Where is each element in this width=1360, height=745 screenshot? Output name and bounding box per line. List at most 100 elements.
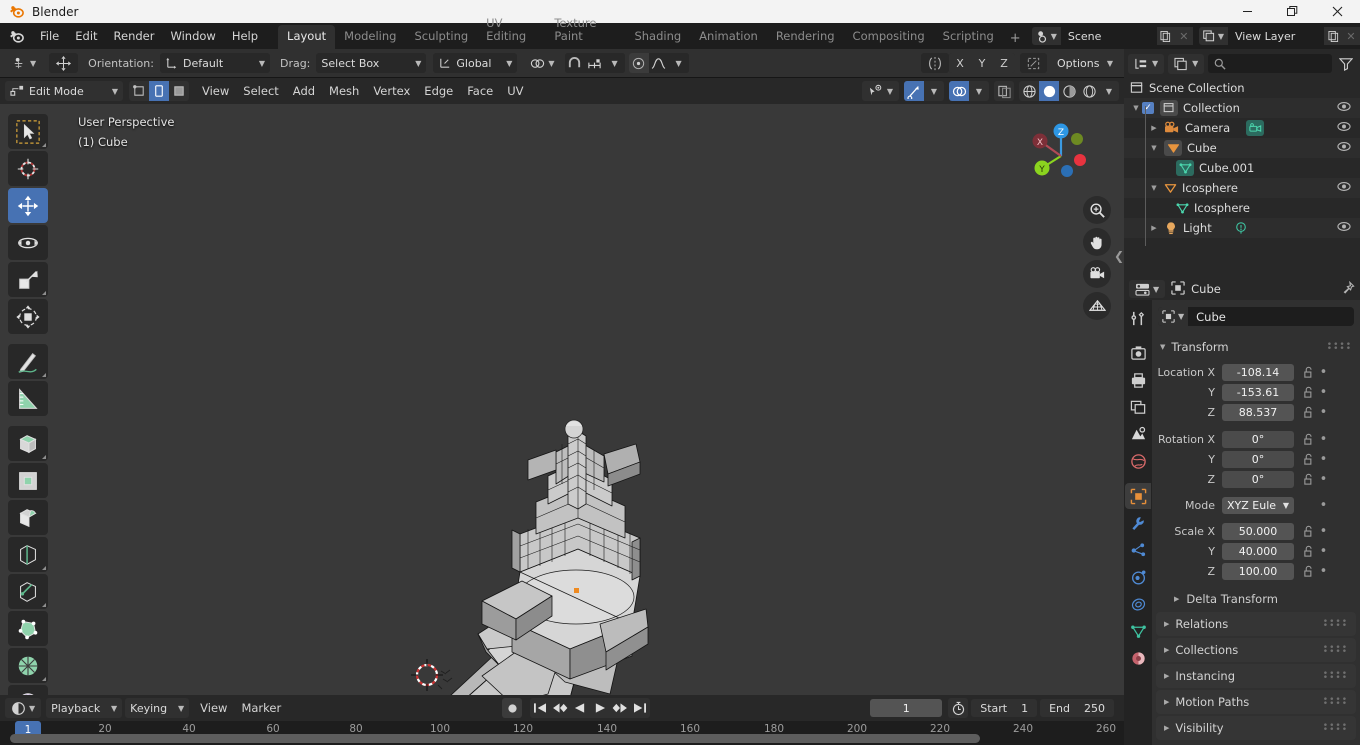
play-reverse-button[interactable]: [570, 698, 591, 718]
timeline-editor-type-icon[interactable]: ▼: [5, 698, 42, 718]
view-layer-tab[interactable]: [1125, 394, 1151, 420]
viewport-menu-uv[interactable]: UV: [500, 81, 530, 101]
menu-file[interactable]: File: [32, 26, 67, 46]
view-layer-selector[interactable]: ▼ View Layer ✕: [1198, 27, 1360, 45]
use-preview-range-icon[interactable]: [948, 698, 969, 718]
rotation-x-value[interactable]: 0°: [1222, 431, 1294, 448]
workspace-tab-rendering[interactable]: Rendering: [767, 25, 844, 49]
unlink-scene-button[interactable]: ✕: [1174, 27, 1193, 45]
transform-space-dropdown[interactable]: Global ▼: [433, 53, 518, 73]
location-x-value[interactable]: -108.14: [1222, 364, 1294, 381]
rotation-x-animate-icon[interactable]: •: [1317, 433, 1330, 446]
delta-transform-subpanel[interactable]: ▶ Delta Transform: [1152, 588, 1360, 610]
menu-help[interactable]: Help: [224, 26, 266, 46]
orientation-dropdown[interactable]: Default ▼: [159, 53, 270, 73]
falloff-chevron-icon[interactable]: ▼: [668, 53, 689, 73]
snap-target-dropdown[interactable]: ▼: [524, 53, 561, 73]
grid-icon[interactable]: [1083, 292, 1111, 320]
new-scene-button[interactable]: [1156, 27, 1175, 45]
workspace-tab-scripting[interactable]: Scripting: [934, 25, 1003, 49]
object-tab[interactable]: [1125, 483, 1151, 509]
gizmo-toggle-icon[interactable]: [904, 81, 924, 101]
cube-visibility-eye-icon[interactable]: [1337, 141, 1351, 155]
gizmo-chevron-icon[interactable]: ▼: [924, 81, 944, 101]
location-y-lock-icon[interactable]: [1300, 386, 1317, 399]
rotation-y-value[interactable]: 0°: [1222, 451, 1294, 468]
new-view-layer-button[interactable]: [1324, 27, 1342, 45]
physics-tab[interactable]: [1125, 564, 1151, 590]
rotation-z-animate-icon[interactable]: •: [1317, 473, 1330, 486]
timeline-menu-marker[interactable]: Marker: [234, 698, 288, 718]
outliner-row-camera[interactable]: ▶ Camera: [1124, 118, 1360, 138]
jump-to-end-button[interactable]: [630, 698, 651, 718]
active-tool-icon[interactable]: ▼: [6, 53, 43, 73]
overlays-toggle-icon[interactable]: [949, 81, 969, 101]
zoom-icon[interactable]: [1083, 196, 1111, 224]
workspace-tab-sculpting[interactable]: Sculpting: [405, 25, 477, 49]
viewport-menu-add[interactable]: Add: [286, 81, 322, 101]
location-x-lock-icon[interactable]: [1300, 366, 1317, 379]
overlays-chevron-icon[interactable]: ▼: [969, 81, 989, 101]
icosphere-expand-triangle-icon[interactable]: ▼: [1148, 184, 1160, 192]
remove-view-layer-button[interactable]: ✕: [1342, 27, 1360, 45]
jump-to-start-button[interactable]: [530, 698, 551, 718]
location-y-value[interactable]: -153.61: [1222, 384, 1294, 401]
scale-y-value[interactable]: 40.000: [1222, 543, 1294, 560]
mesh-object-cube[interactable]: [0, 104, 1124, 695]
topology-mirror-icon[interactable]: [1020, 53, 1047, 73]
workspace-tab-compositing[interactable]: Compositing: [844, 25, 934, 49]
scale-y-lock-icon[interactable]: [1300, 545, 1317, 558]
scale-z-lock-icon[interactable]: [1300, 565, 1317, 578]
workspace-tab-texture-paint[interactable]: Texture Paint: [545, 12, 625, 49]
camera-visibility-eye-icon[interactable]: [1337, 121, 1351, 135]
transform-drag-dots-icon[interactable]: •••• ••••: [1327, 340, 1352, 353]
camera-expand-triangle-icon[interactable]: ▶: [1148, 124, 1160, 132]
light-visibility-eye-icon[interactable]: [1337, 221, 1351, 235]
mirror-options-icon[interactable]: [921, 53, 949, 73]
instancing-panel[interactable]: ▶ Instancing •••• ••••: [1156, 664, 1356, 688]
viewport-menu-mesh[interactable]: Mesh: [322, 81, 366, 101]
material-tab[interactable]: [1125, 645, 1151, 671]
viewport-menu-select[interactable]: Select: [236, 81, 285, 101]
outliner-row-light[interactable]: ▶ Light: [1124, 218, 1360, 238]
drag-dropdown[interactable]: Select Box ▼: [316, 53, 427, 73]
rotation-mode-animate-icon[interactable]: •: [1317, 499, 1330, 512]
scale-z-value[interactable]: 100.00: [1222, 563, 1294, 580]
location-x-animate-icon[interactable]: •: [1317, 366, 1330, 379]
xray-toggle-icon[interactable]: [994, 81, 1014, 101]
properties-panel[interactable]: ▼ Cube ▼ Transform •••• •••• Location X -…: [1152, 300, 1360, 745]
relations-panel[interactable]: ▶ Relations •••• ••••: [1156, 612, 1356, 636]
transform-collapse-triangle-icon[interactable]: ▼: [1160, 343, 1165, 351]
rotation-x-lock-icon[interactable]: [1300, 433, 1317, 446]
timeline-menu-view[interactable]: View: [193, 698, 234, 718]
viewport-menu-vertex[interactable]: Vertex: [366, 81, 417, 101]
menu-edit[interactable]: Edit: [67, 26, 105, 46]
edge-select-mode-icon[interactable]: [149, 81, 169, 101]
light-data-icon[interactable]: [1234, 221, 1248, 235]
sidebar-collapse-arrow-icon[interactable]: ❮: [1114, 249, 1124, 263]
current-frame-field[interactable]: 1: [870, 699, 943, 717]
tool-tab[interactable]: [1125, 305, 1151, 331]
menu-window[interactable]: Window: [162, 26, 223, 46]
location-z-animate-icon[interactable]: •: [1317, 406, 1330, 419]
proportional-editing-icon[interactable]: [584, 53, 605, 73]
minimize-button[interactable]: [1225, 0, 1270, 23]
world-tab[interactable]: [1125, 448, 1151, 474]
viewport-menu-face[interactable]: Face: [460, 81, 500, 101]
collection-checkbox[interactable]: ✓: [1142, 102, 1154, 114]
snap-options-chevron-icon[interactable]: ▼: [604, 53, 625, 73]
vertex-select-mode-icon[interactable]: [129, 81, 149, 101]
workspace-tab-layout[interactable]: Layout: [278, 25, 336, 49]
next-keyframe-button[interactable]: [610, 698, 631, 718]
play-button[interactable]: [590, 698, 611, 718]
collection-expand-triangle-icon[interactable]: ▼: [1130, 104, 1142, 112]
pin-icon[interactable]: [1341, 280, 1355, 298]
particles-tab[interactable]: [1125, 537, 1151, 563]
properties-editor-type-icon[interactable]: ▼: [1129, 280, 1166, 298]
scene-icon[interactable]: ▼: [1031, 27, 1061, 45]
rotation-mode-dropdown[interactable]: XYZ Eule ▼: [1222, 497, 1294, 514]
workspace-tab-shading[interactable]: Shading: [625, 25, 690, 49]
scale-z-animate-icon[interactable]: •: [1317, 565, 1330, 578]
outliner-search-input[interactable]: [1208, 54, 1332, 73]
playback-dropdown[interactable]: Playback ▼: [46, 698, 123, 718]
